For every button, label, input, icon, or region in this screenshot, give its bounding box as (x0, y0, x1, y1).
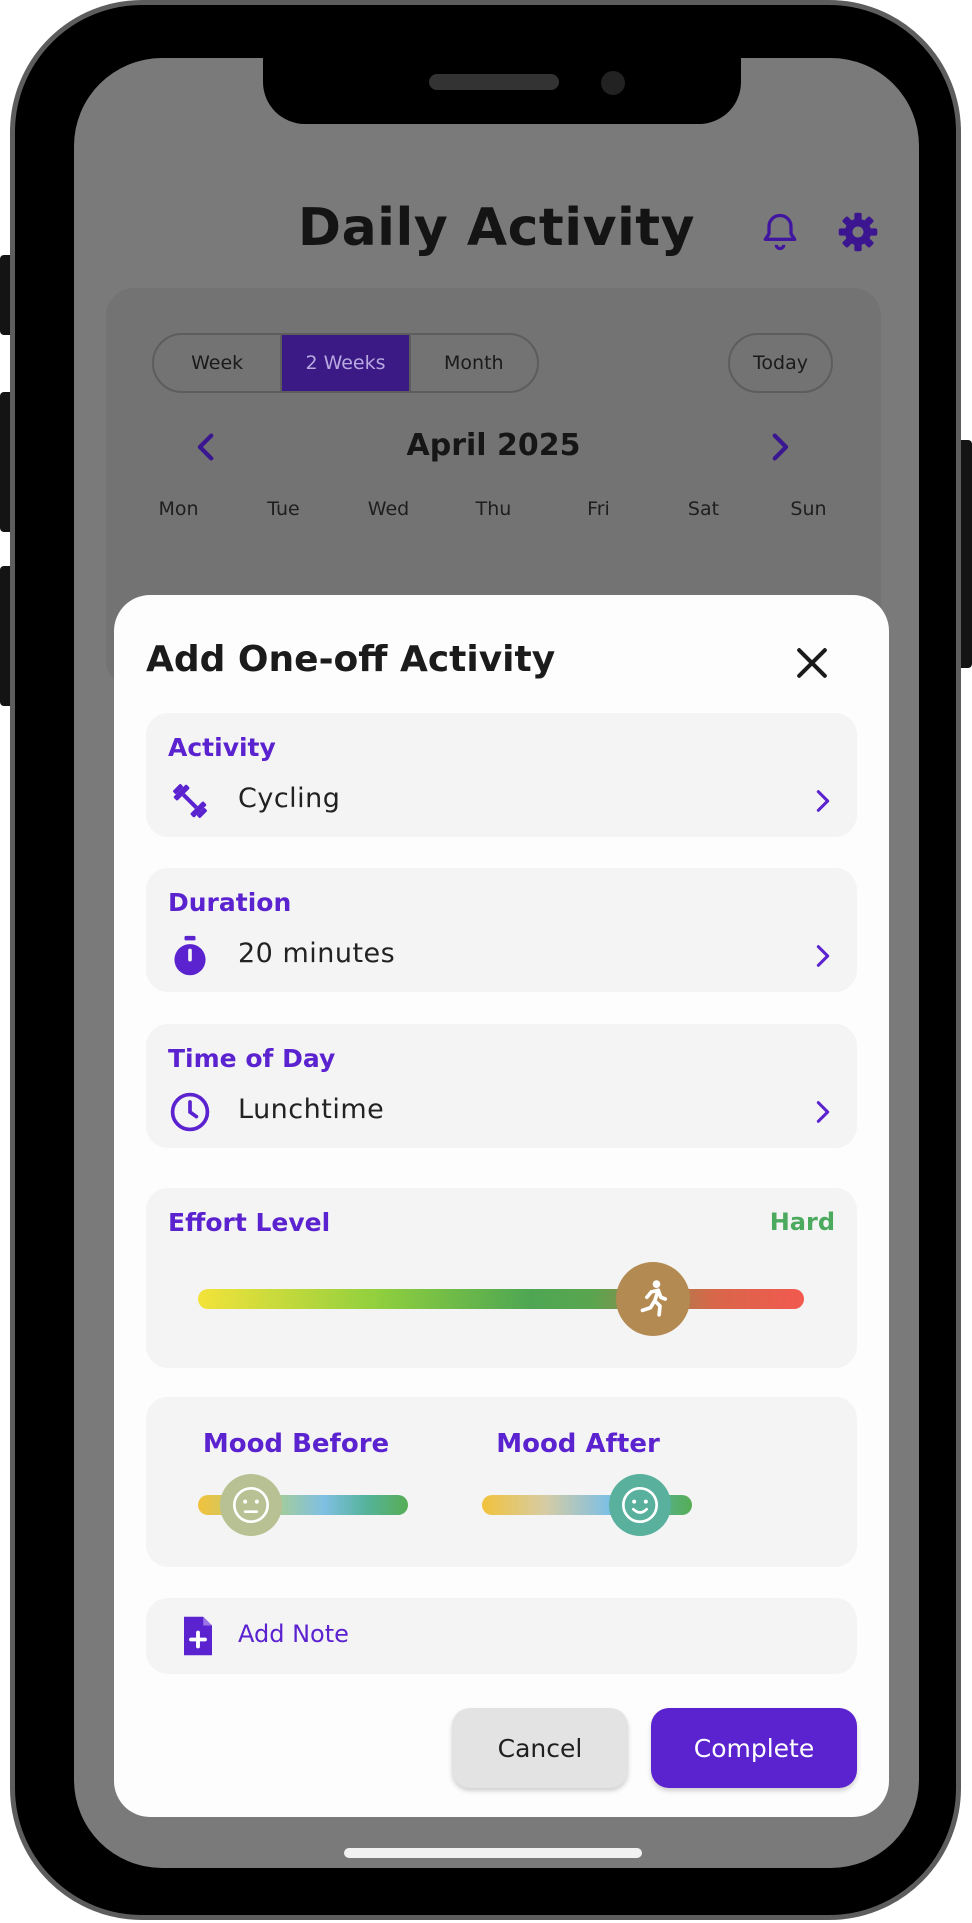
effort-slider-thumb[interactable] (615, 1262, 690, 1336)
range-week-tab[interactable]: Week (154, 335, 280, 391)
activity-label: Activity (168, 733, 276, 762)
close-icon[interactable] (790, 641, 834, 685)
weekday-label: Sun (790, 498, 827, 520)
time-of-day-value: Lunchtime (238, 1094, 385, 1125)
running-person-icon (640, 1280, 667, 1317)
effort-value: Hard (769, 1208, 835, 1236)
chevron-right-icon (816, 1101, 830, 1123)
clock-icon (170, 1092, 210, 1132)
mood-before-slider-thumb[interactable] (219, 1474, 282, 1536)
mood-card: Mood Before Mood After (146, 1397, 857, 1567)
weekday-label: Mon (158, 498, 199, 520)
mood-after-label: Mood After (496, 1429, 660, 1459)
weekday-label: Fri (587, 498, 610, 520)
add-activity-sheet: Add One-off Activity Activity Cycling Du… (114, 595, 889, 1817)
today-button[interactable]: Today (728, 333, 833, 393)
dumbbell-icon (172, 783, 208, 819)
cancel-button[interactable]: Cancel (452, 1708, 628, 1788)
weekday-label: Wed (367, 498, 410, 520)
mood-after-slider-thumb[interactable] (608, 1474, 671, 1536)
range-2-weeks-tab[interactable]: 2 Weeks (280, 335, 409, 391)
range-segmented-control: Week 2 Weeks Month (152, 333, 539, 393)
screen: Daily Activity Week 2 Weeks Month Today … (74, 58, 919, 1868)
complete-button[interactable]: Complete (651, 1708, 857, 1788)
bell-icon[interactable] (758, 210, 802, 254)
stopwatch-icon (174, 935, 206, 976)
effort-label: Effort Level (168, 1208, 331, 1237)
time-of-day-field[interactable]: Time of Day Lunchtime (146, 1024, 857, 1148)
add-document-icon (184, 1616, 212, 1656)
power-button (960, 440, 972, 668)
neutral-face-icon (232, 1487, 269, 1523)
weekday-label: Tue (267, 498, 300, 520)
range-month-tab[interactable]: Month (408, 335, 537, 391)
activity-value: Cycling (238, 783, 341, 814)
phone-frame: Daily Activity Week 2 Weeks Month Today … (10, 0, 961, 1920)
weekday-label: Thu (475, 498, 512, 520)
speaker-grille (429, 74, 559, 90)
add-note-row[interactable]: Add Note (146, 1598, 857, 1674)
chevron-right-icon[interactable] (762, 430, 796, 464)
add-note-label: Add Note (238, 1620, 349, 1648)
mood-before-label: Mood Before (202, 1429, 390, 1459)
weekday-label: Sat (687, 498, 720, 520)
time-of-day-label: Time of Day (168, 1044, 336, 1073)
chevron-right-icon (816, 790, 830, 812)
effort-slider-track[interactable] (198, 1289, 804, 1309)
smiling-face-icon (621, 1487, 658, 1523)
front-camera (601, 71, 625, 95)
gear-icon[interactable] (836, 210, 880, 254)
notch (263, 54, 741, 124)
sheet-title: Add One-off Activity (146, 639, 556, 680)
effort-level-card: Effort Level Hard (146, 1188, 857, 1368)
duration-value: 20 minutes (238, 938, 396, 969)
duration-label: Duration (168, 888, 292, 917)
chevron-right-icon (816, 945, 830, 967)
duration-field[interactable]: Duration 20 minutes (146, 868, 857, 992)
home-indicator[interactable] (344, 1848, 642, 1858)
weekday-header: Mon Tue Wed Thu Fri Sat Sun (126, 498, 861, 520)
activity-field[interactable]: Activity Cycling (146, 713, 857, 837)
